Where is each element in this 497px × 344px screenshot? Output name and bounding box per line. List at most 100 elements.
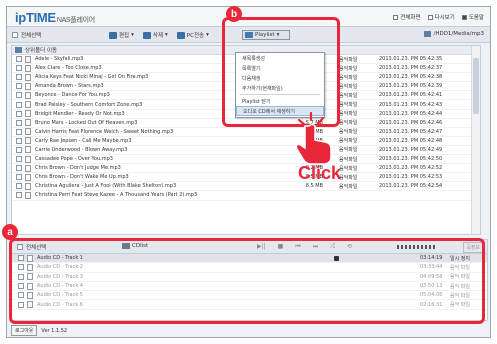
path-display: /HDD1/Media/mp3 <box>424 31 484 37</box>
music-file-icon <box>25 64 31 72</box>
file-name: Calvin Harris Feat Florence Welch - Swee… <box>35 128 174 135</box>
file-name: Carly Rae Jepsen - Call Me Maybe.mp3 <box>35 137 132 144</box>
delete-icon <box>142 31 151 39</box>
file-type: 음악파일 <box>339 120 358 127</box>
file-row[interactable]: Chris Brown - Don't Judge Me.mp3 9.2 MB 음악… <box>12 164 480 174</box>
file-name: Carrie Underwood - Blown Away.mp3 <box>35 146 128 153</box>
edit-icon <box>109 31 117 39</box>
pc-transfer-icon <box>176 31 185 39</box>
file-row[interactable]: Carly Rae Jepsen - Call Me Maybe.mp37.6 … <box>12 137 480 146</box>
row-checkbox[interactable] <box>16 65 22 72</box>
file-type: 음악파일 <box>339 65 358 72</box>
version-label: Ver 1.1.52 <box>41 327 68 334</box>
file-type: 음악파일 <box>339 174 358 181</box>
file-type: 음악파일 <box>339 156 358 163</box>
file-name: Chris Brown - Don't Wake Me Up.mp3 <box>35 174 129 181</box>
file-date: 2013.01.23. PM 05:42:53 <box>379 174 443 181</box>
row-checkbox[interactable] <box>16 174 22 181</box>
scrollbar-thumb[interactable] <box>473 58 479 114</box>
row-checkbox[interactable] <box>16 192 22 199</box>
row-checkbox[interactable] <box>16 119 22 126</box>
file-date: 2013.01.23. PM 05:42:37 <box>379 65 443 72</box>
row-checkbox[interactable] <box>16 156 22 163</box>
file-type: 음악파일 <box>339 56 358 63</box>
music-file-icon <box>25 73 31 81</box>
row-checkbox[interactable] <box>16 137 22 144</box>
row-checkbox[interactable] <box>16 110 22 117</box>
music-file-icon <box>25 191 31 199</box>
music-file-icon <box>25 146 31 154</box>
delete-button[interactable]: 삭제 ▾ <box>141 30 170 40</box>
row-checkbox[interactable] <box>16 92 22 99</box>
annotation-badge-a: a <box>2 224 18 240</box>
file-date: 2013.01.23. PM 05:42:44 <box>379 110 443 117</box>
footer: 로그아웃 Ver 1.1.52 <box>11 325 67 336</box>
file-row[interactable]: Carrie Underwood - Blown Away.mp38.9 MB음… <box>12 146 480 156</box>
row-checkbox[interactable] <box>16 183 22 190</box>
music-file-icon <box>25 155 31 163</box>
music-file-icon <box>25 101 31 109</box>
file-type: 음악파일 <box>339 102 358 109</box>
pc-transfer-button[interactable]: PC전송 ▾ <box>175 30 211 40</box>
help-link[interactable]: 도움말 <box>461 13 484 21</box>
file-date: 2013.01.23. PM 05:42:49 <box>379 146 443 153</box>
music-file-icon <box>25 164 31 172</box>
replay-icon <box>427 14 433 20</box>
help-icon <box>461 14 467 20</box>
fullscreen-icon <box>393 14 399 20</box>
file-date: 2013.01.23. PM 05:42:38 <box>379 74 443 81</box>
annotation-box-b <box>222 17 340 127</box>
file-date: 2013.01.23. PM 05:42:48 <box>379 137 443 144</box>
app-logo: ipTIMENAS플레이어 <box>15 10 95 25</box>
file-date: 2013.01.23. PM 05:42:46 <box>379 119 443 126</box>
fullscreen-link[interactable]: 전체화면 <box>393 13 421 21</box>
file-name: Chris Brown - Don't Judge Me.mp3 <box>35 165 121 172</box>
row-checkbox[interactable] <box>16 74 22 81</box>
file-date: 2013.01.23. PM 05:42:35 <box>379 56 443 63</box>
file-date: 2013.01.23. PM 05:42:50 <box>379 156 443 163</box>
annotation-badge-b: b <box>226 6 242 22</box>
row-checkbox[interactable] <box>16 128 22 135</box>
file-list-scrollbar[interactable] <box>471 46 480 234</box>
file-name: Cassadee Pope - Over You.mp3 <box>35 156 113 163</box>
music-file-icon <box>25 128 31 136</box>
hdd-icon <box>424 31 432 37</box>
row-checkbox[interactable] <box>16 83 22 90</box>
music-file-icon <box>25 110 31 118</box>
logout-button[interactable]: 로그아웃 <box>11 325 38 336</box>
file-type: 음악파일 <box>339 183 358 190</box>
select-all-checkbox[interactable] <box>12 32 18 38</box>
file-date: 2013.01.23. PM 05:42:41 <box>379 92 443 99</box>
file-date: 2013.01.23. PM 05:42:54 <box>379 183 443 190</box>
pointer-hand-icon <box>295 112 332 164</box>
file-row[interactable]: Chris Brown - Don't Wake Me Up.mp3 8.5 MB… <box>12 173 480 183</box>
file-row[interactable]: Calvin Harris Feat Florence Welch - Swee… <box>12 128 480 137</box>
file-size: 8.5 MB <box>305 183 323 190</box>
music-file-icon <box>25 82 31 90</box>
music-file-icon <box>25 119 31 127</box>
file-type: 음악파일 <box>339 83 358 90</box>
file-name: Christina Aguilera - Just A Fool (With B… <box>35 183 177 190</box>
file-type: 음악파일 <box>339 129 358 136</box>
file-date: 2013.01.23. PM 05:42:39 <box>379 83 443 90</box>
file-type: 음악파일 <box>339 165 358 172</box>
file-type: 음악파일 <box>339 138 358 145</box>
file-name: Christina Perri Feat Steve Kazee - A Tho… <box>35 192 198 199</box>
row-checkbox[interactable] <box>16 56 22 63</box>
row-checkbox[interactable] <box>16 101 22 108</box>
file-date: 2013.01.23. PM 05:42:52 <box>379 165 443 172</box>
row-checkbox[interactable] <box>16 146 22 153</box>
select-all[interactable]: 전체선택 <box>12 31 41 39</box>
edit-button[interactable]: 편집 ▾ <box>107 30 136 40</box>
file-type: 음악파일 <box>339 111 358 118</box>
music-file-icon <box>25 55 31 63</box>
music-file-icon <box>25 91 31 99</box>
file-row[interactable]: Christina Aguilera - Just A Fool (With B… <box>12 182 480 192</box>
row-checkbox[interactable] <box>16 165 22 172</box>
file-type: 음악파일 <box>339 74 358 81</box>
folder-up-icon <box>15 47 22 53</box>
file-row[interactable]: Christina Perri Feat Steve Kazee - A Tho… <box>12 191 480 201</box>
music-file-icon <box>25 137 31 145</box>
replay-link[interactable]: 다시보기 <box>427 13 455 21</box>
file-row[interactable]: Cassadee Pope - Over You.mp37.4 MB음악파일20… <box>12 155 480 165</box>
